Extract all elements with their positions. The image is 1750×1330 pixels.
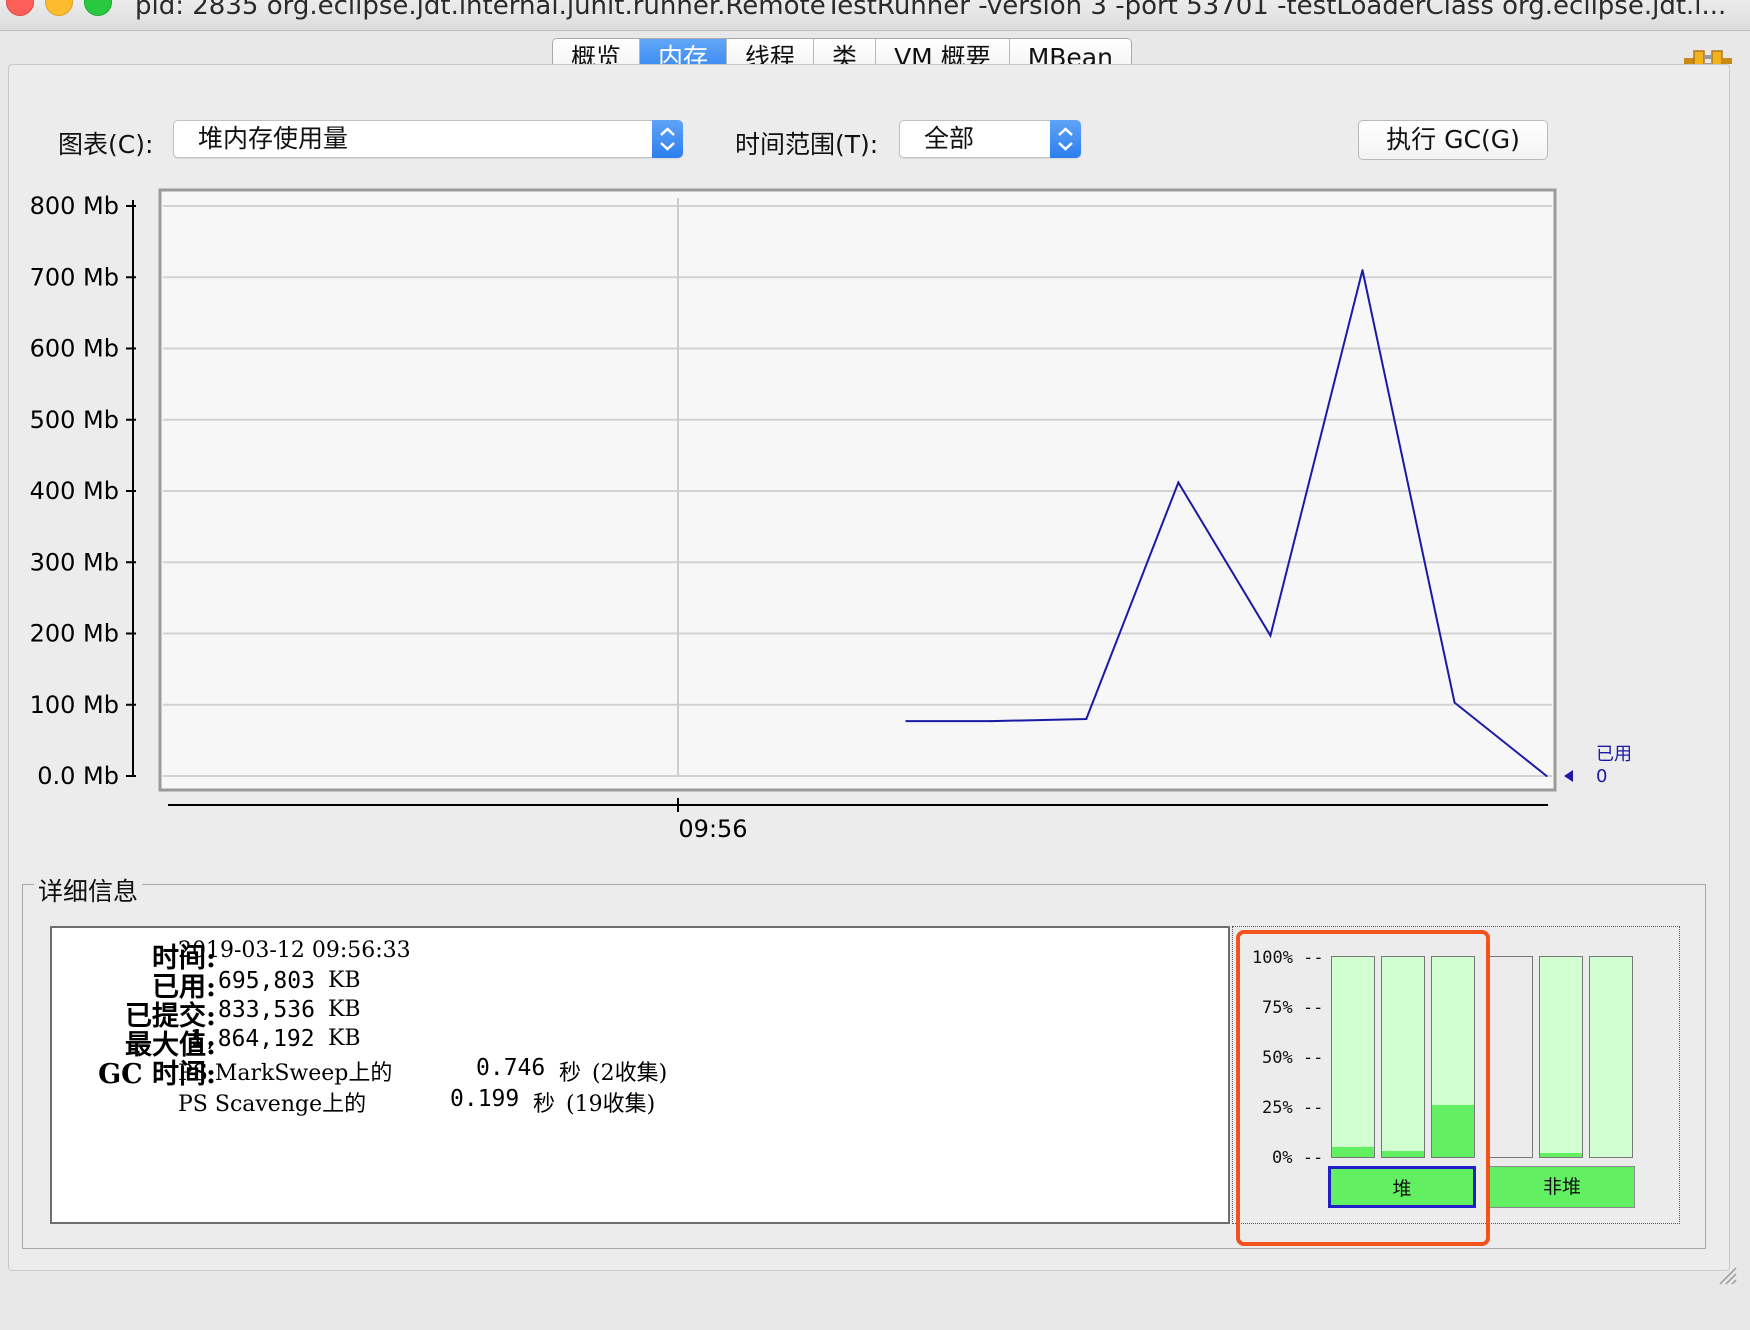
data-point xyxy=(990,720,993,723)
y-tick-label: 0.0 Mb xyxy=(37,762,119,790)
y-tick-label: 200 Mb xyxy=(30,620,119,648)
time-range-select[interactable]: 全部 xyxy=(899,120,1081,158)
window-title-bar: pid: 2835 org.eclipse.jdt.internal.junit… xyxy=(0,0,1750,31)
nonheap-button[interactable]: 非堆 xyxy=(1489,1166,1635,1208)
chart-select[interactable]: 堆内存使用量 xyxy=(173,120,683,158)
max-unit: KB xyxy=(328,1026,361,1051)
gc-row-count: (19收集) xyxy=(566,1092,656,1117)
y-tick-label: 500 Mb xyxy=(30,406,119,434)
data-point xyxy=(1085,718,1088,720)
used-value: 695,803 xyxy=(218,968,315,994)
time-value: 2019-03-12 09:56:33 xyxy=(178,938,411,963)
minimize-window-button[interactable] xyxy=(45,0,73,16)
time-range-value: 全部 xyxy=(924,124,975,153)
max-value: 1,864,192 xyxy=(190,1026,315,1052)
y-tick-label: 700 Mb xyxy=(30,263,119,291)
details-legend: 详细信息 xyxy=(34,872,143,908)
committed-unit: KB xyxy=(328,997,361,1022)
y-tick-label: 800 Mb xyxy=(30,192,119,220)
window-title: pid: 2835 org.eclipse.jdt.internal.junit… xyxy=(135,0,1727,21)
y-tick-label: 600 Mb xyxy=(30,335,119,363)
used-unit: KB xyxy=(328,968,361,993)
data-point xyxy=(1177,481,1180,484)
data-point xyxy=(1453,701,1456,704)
gc-row-time: 0.199 xyxy=(450,1086,520,1112)
close-window-button[interactable] xyxy=(6,0,34,16)
x-tick-label: 09:56 xyxy=(678,815,747,843)
chart-select-label: 图表(C): xyxy=(58,130,154,159)
y-tick-label: 400 Mb xyxy=(30,477,119,505)
heap-memory-chart: 800 Mb 700 Mb 600 Mb 500 Mb 400 Mb 300 Mb 200 … xyxy=(30,188,1632,843)
nonheap-pool-bar[interactable] xyxy=(1489,956,1533,1158)
gc-row-count: (2收集) xyxy=(592,1061,668,1086)
updown-arrows-icon xyxy=(652,120,683,158)
chart-select-value: 堆内存使用量 xyxy=(198,124,349,153)
gc-row-name: PS Scavenge上的 xyxy=(178,1092,367,1117)
time-range-label: 时间范围(T): xyxy=(735,130,879,159)
committed-value: 833,536 xyxy=(218,997,315,1023)
resize-grip-icon[interactable] xyxy=(1716,1264,1738,1286)
data-point xyxy=(1269,634,1272,637)
zoom-window-button[interactable] xyxy=(84,0,112,16)
nonheap-pool-bar[interactable] xyxy=(1539,956,1583,1158)
data-point xyxy=(905,720,908,723)
gc-row-time: 0.746 xyxy=(476,1055,546,1081)
data-point xyxy=(1545,775,1548,777)
nonheap-pool-bar[interactable] xyxy=(1589,956,1633,1158)
gc-row-unit: 秒 xyxy=(533,1092,556,1117)
y-tick-label: 300 Mb xyxy=(30,548,119,576)
highlight-annotation-box xyxy=(1236,930,1490,1246)
series-legend-label: 已用 xyxy=(1596,744,1632,765)
y-tick-label: 100 Mb xyxy=(30,691,119,719)
current-value-label: 0 xyxy=(1596,766,1607,787)
gc-row-name: PS MarkSweep上的 xyxy=(178,1061,393,1086)
updown-arrows-icon xyxy=(1050,120,1081,158)
current-value-marker-icon xyxy=(1564,770,1573,782)
gc-row-unit: 秒 xyxy=(559,1061,582,1086)
perform-gc-button[interactable]: 执行 GC(G) xyxy=(1358,120,1548,160)
details-text-area: 时间: 2019-03-12 09:56:33 已用: 695,803 KB 已… xyxy=(50,926,1230,1224)
data-point xyxy=(1361,269,1364,272)
